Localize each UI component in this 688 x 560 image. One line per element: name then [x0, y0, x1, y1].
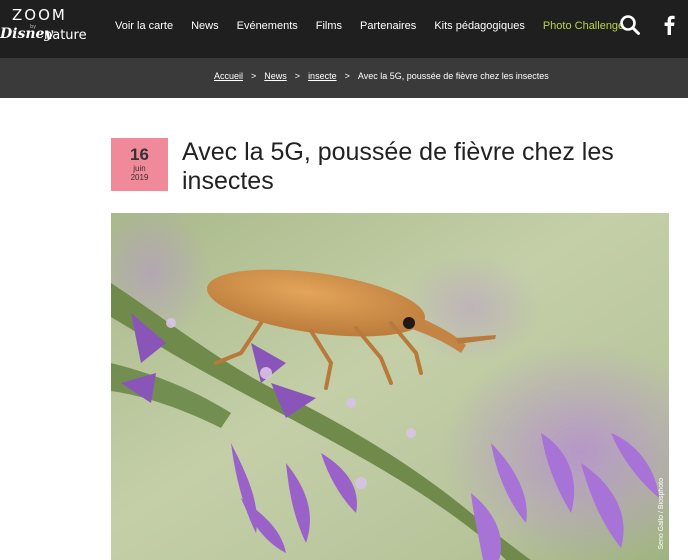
- breadcrumb-separator: >: [294, 71, 301, 81]
- date-year: 2019: [130, 173, 149, 182]
- breadcrumb-accueil[interactable]: Accueil: [214, 71, 243, 81]
- article-title: Avec la 5G, poussée de fièvre chez les i…: [182, 138, 614, 195]
- breadcrumb-insecte[interactable]: insecte: [308, 71, 337, 81]
- date-month: juin: [133, 164, 146, 173]
- logo-nature-text: nature: [44, 28, 87, 43]
- search-icon[interactable]: [619, 14, 641, 36]
- image-credit: Serio Gallo / Biosphoto: [658, 478, 665, 550]
- breadcrumb: Accueil > News > insecte > Avec la 5G, poussée…: [214, 71, 549, 81]
- article-hero-image: Serio Gallo / Biosphoto: [111, 213, 669, 560]
- date-badge: 16 juin 2019: [111, 138, 168, 191]
- date-day: 16: [130, 145, 149, 164]
- nav-item-evenements[interactable]: Evénements: [237, 20, 298, 32]
- breadcrumb-bar: Accueil > News > insecte > Avec la 5G, poussée…: [0, 58, 688, 98]
- nav-item-news[interactable]: News: [191, 20, 219, 32]
- main-nav: Voir la carte News Evénements Films Part…: [106, 0, 633, 52]
- nav-item-voir-la-carte[interactable]: Voir la carte: [115, 20, 173, 32]
- nav-item-photo-challenge[interactable]: Photo Challenge: [543, 20, 624, 32]
- nav-item-kits-pedagogiques[interactable]: Kits pédagogiques: [434, 20, 525, 32]
- breadcrumb-current: Avec la 5G, poussée de fièvre chez les i…: [357, 71, 549, 81]
- breadcrumb-separator: >: [251, 71, 257, 81]
- breadcrumb-news[interactable]: News: [264, 71, 287, 81]
- top-navigation-bar: ZOOM by Disney nature Voir la carte News…: [0, 0, 688, 58]
- weevil-on-flower-photo: [111, 213, 669, 560]
- nav-item-partenaires[interactable]: Partenaires: [360, 20, 416, 32]
- zoom-disneynature-logo[interactable]: ZOOM by Disney nature: [0, 6, 90, 46]
- nav-item-films[interactable]: Films: [316, 20, 342, 32]
- breadcrumb-separator: >: [344, 71, 350, 81]
- facebook-icon[interactable]: [659, 14, 681, 36]
- logo-zoom-text: ZOOM: [12, 6, 67, 24]
